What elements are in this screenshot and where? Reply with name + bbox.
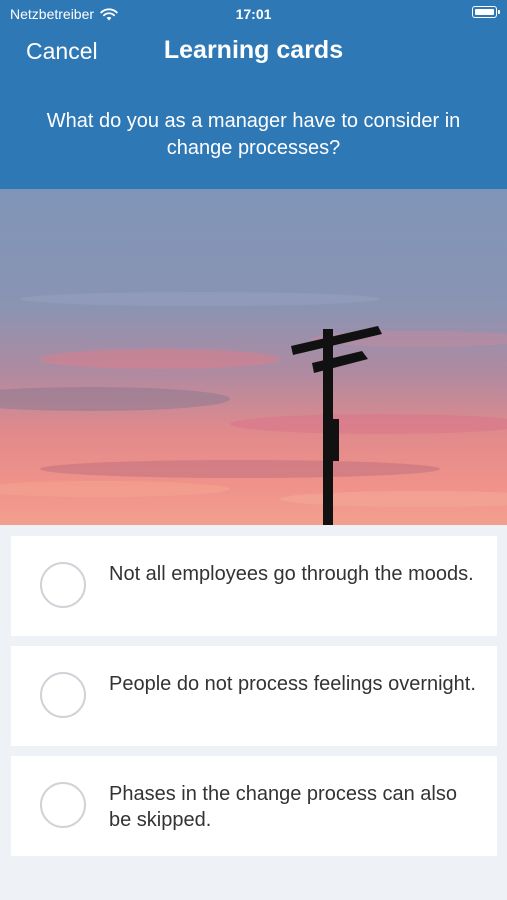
answer-list: Not all employees go through the moods. … <box>11 536 497 866</box>
radio-button[interactable] <box>40 782 86 828</box>
answer-text: People do not process feelings overnight… <box>109 673 476 695</box>
answer-option[interactable]: People do not process feelings overnight… <box>11 646 497 746</box>
answer-option[interactable]: Not all employees go through the moods. <box>11 536 497 636</box>
battery-fill <box>475 9 494 15</box>
radio-button[interactable] <box>40 562 86 608</box>
nav-bar: Cancel Learning cards <box>0 28 507 76</box>
header: Netzbetreiber 17:01 Cancel Learning card… <box>0 0 507 189</box>
answer-text: Not all employees go through the moods. <box>109 563 474 585</box>
question-text: What do you as a manager have to conside… <box>46 110 461 159</box>
battery-icon <box>472 6 500 18</box>
cancel-button[interactable]: Cancel <box>26 38 98 65</box>
radio-button[interactable] <box>40 672 86 718</box>
status-bar: Netzbetreiber 17:01 <box>0 0 507 28</box>
status-time: 17:01 <box>235 6 272 22</box>
signpost-sunset-image <box>0 189 507 525</box>
hero-image <box>0 189 507 525</box>
answer-text: Phases in the change process can also be… <box>109 783 457 831</box>
answer-option[interactable]: Phases in the change process can also be… <box>11 756 497 856</box>
